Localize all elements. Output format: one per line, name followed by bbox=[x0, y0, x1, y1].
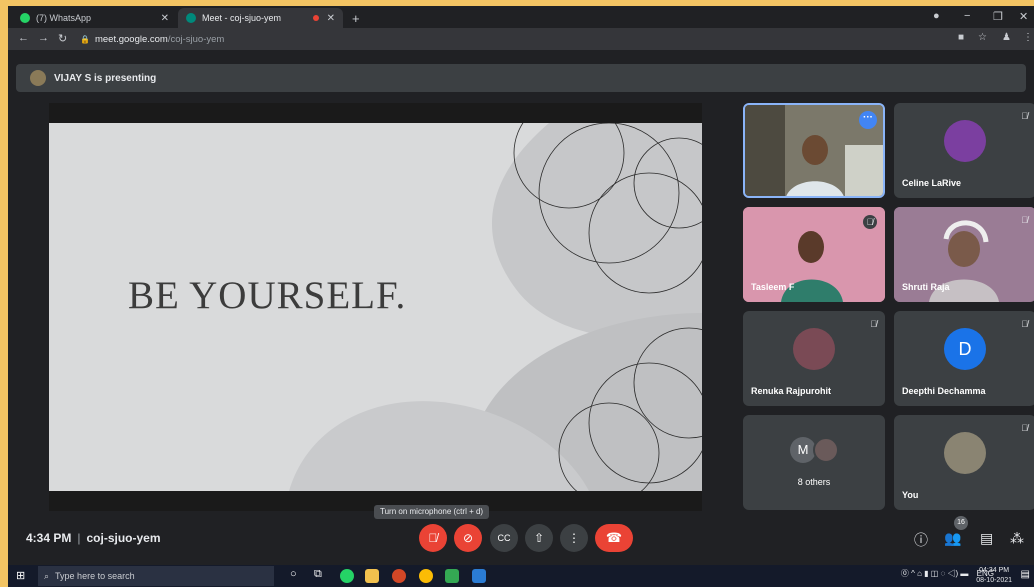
chrome-icon[interactable] bbox=[419, 569, 433, 583]
extension-icon[interactable]: ♟ bbox=[1002, 32, 1011, 43]
people-count-badge: 16 bbox=[954, 516, 968, 530]
taskbar-search[interactable]: ⌕ Type here to search bbox=[38, 566, 274, 586]
back-icon[interactable]: ← bbox=[18, 32, 29, 44]
close-icon[interactable]: ✕ bbox=[327, 13, 335, 24]
avatar bbox=[793, 328, 835, 370]
mic-off-icon: 🎙̸ bbox=[870, 319, 877, 329]
mic-off-icon: 🎙̸ bbox=[1021, 215, 1028, 225]
tooltip: Turn on microphone (ctrl + d) bbox=[374, 505, 490, 519]
leave-call-button[interactable]: ☎ bbox=[595, 524, 633, 552]
cortana-icon[interactable]: ○ bbox=[290, 568, 297, 580]
recording-dot-icon bbox=[313, 15, 319, 21]
close-window-icon[interactable]: ✕ bbox=[1019, 10, 1028, 23]
presentation-area: BE YOURSELF. bbox=[49, 103, 702, 511]
tab-whatsapp[interactable]: (7) WhatsApp ✕ bbox=[12, 8, 177, 28]
participant-name: Shruti Raja bbox=[902, 282, 950, 292]
avatar bbox=[944, 120, 986, 162]
address-bar: ← → ↻ 🔒 meet.google.com /coj-sjuo-yem ■ … bbox=[8, 28, 1034, 50]
file-explorer-icon[interactable] bbox=[365, 569, 379, 583]
close-icon[interactable]: ✕ bbox=[161, 13, 169, 24]
forward-icon[interactable]: → bbox=[38, 32, 49, 44]
mic-off-icon: 🎙̸ bbox=[1021, 319, 1028, 329]
taskbar-clock[interactable]: 04:34 PM 08-10-2021 bbox=[976, 566, 1012, 586]
menu-icon[interactable]: ⋮ bbox=[1023, 32, 1033, 43]
participant-tile[interactable]: 🎙̸ D Deepthi Dechamma bbox=[894, 311, 1034, 406]
windows-start-icon[interactable]: ⊞ bbox=[16, 569, 25, 582]
meeting-info: 4:34 PM | coj-sjuo-yem bbox=[26, 531, 161, 545]
powerpoint-icon[interactable] bbox=[392, 569, 406, 583]
info-icon[interactable]: ⓘ bbox=[914, 530, 928, 550]
lock-icon: 🔒 bbox=[80, 34, 90, 44]
camera-icon[interactable]: ■ bbox=[958, 32, 964, 43]
reload-icon[interactable]: ↻ bbox=[58, 32, 67, 45]
participant-name: Celine LaRive bbox=[902, 178, 962, 188]
others-count: 8 others bbox=[797, 477, 831, 487]
screen: (7) WhatsApp ✕ Meet - coj-sjuo-yem ✕ + ●… bbox=[8, 6, 1034, 587]
url-host: meet.google.com bbox=[94, 33, 168, 45]
tray-icons[interactable]: ⓪ ^ ⌂ ▮ ◫ ◌ ◁) ▬ bbox=[901, 569, 969, 578]
others-tile[interactable]: M 8 others bbox=[743, 415, 885, 510]
participant-tile[interactable]: 🎙̸ Tasleem F bbox=[743, 207, 885, 302]
mic-off-icon: 🎙̸ bbox=[1021, 111, 1028, 121]
search-placeholder: Type here to search bbox=[55, 571, 135, 581]
more-options-icon[interactable]: ··· bbox=[859, 111, 877, 129]
presenting-text: VIJAY S is presenting bbox=[54, 72, 157, 84]
mic-off-icon: 🎙̸ bbox=[1021, 423, 1028, 433]
windows-taskbar: ⊞ ⌕ Type here to search ○ ⧉ ⓪ ^ ⌂ ▮ ◫ ◌ … bbox=[8, 565, 1034, 587]
chat-icon[interactable]: ▤ bbox=[980, 530, 993, 547]
url-path: /coj-sjuo-yem bbox=[167, 33, 225, 45]
participant-tile[interactable]: 🎙̸ Shruti Raja bbox=[894, 207, 1034, 302]
new-tab-button[interactable]: + bbox=[344, 8, 368, 28]
tab-meet[interactable]: Meet - coj-sjuo-yem ✕ bbox=[178, 8, 343, 28]
self-tile[interactable]: 🎙̸ You bbox=[894, 415, 1034, 510]
camera-toggle-button[interactable]: ⊘ bbox=[454, 524, 482, 552]
url-field[interactable]: 🔒 meet.google.com /coj-sjuo-yem bbox=[80, 31, 980, 47]
chrome-active-icon[interactable] bbox=[445, 569, 459, 583]
whatsapp-icon bbox=[20, 13, 30, 23]
captions-button[interactable]: CC bbox=[490, 524, 518, 552]
more-options-button[interactable]: ⋮ bbox=[560, 524, 588, 552]
task-view-icon[interactable]: ⧉ bbox=[314, 568, 322, 581]
notifications-icon[interactable]: ▤ bbox=[1021, 569, 1030, 580]
present-button[interactable]: ⇧ bbox=[525, 524, 553, 552]
participant-tile[interactable]: 🎙̸ Renuka Rajpurohit bbox=[743, 311, 885, 406]
slide-title: BE YOURSELF. bbox=[128, 274, 407, 317]
mic-off-icon: 🎙̸ bbox=[863, 215, 877, 229]
browser-tab-bar: (7) WhatsApp ✕ Meet - coj-sjuo-yem ✕ + ●… bbox=[8, 6, 1034, 28]
tab-label: Meet - coj-sjuo-yem bbox=[202, 13, 282, 23]
participant-name: You bbox=[902, 490, 919, 500]
avatar: D bbox=[944, 328, 986, 370]
avatar bbox=[813, 437, 839, 463]
profile-icon[interactable]: ● bbox=[933, 10, 940, 22]
activities-icon[interactable]: ⁂ bbox=[1010, 530, 1024, 547]
tab-label: (7) WhatsApp bbox=[36, 13, 92, 23]
slide: BE YOURSELF. bbox=[49, 123, 702, 491]
participant-tile[interactable]: 🎙̸ Celine LaRive bbox=[894, 103, 1034, 198]
clock-date: 08-10-2021 bbox=[976, 577, 1012, 584]
word-icon[interactable] bbox=[472, 569, 486, 583]
clock-time: 04:34 PM bbox=[979, 567, 1010, 574]
participant-tile[interactable]: ··· bbox=[743, 103, 885, 198]
whatsapp-icon[interactable] bbox=[340, 569, 354, 583]
search-icon: ⌕ bbox=[44, 570, 50, 581]
meeting-code: coj-sjuo-yem bbox=[86, 531, 161, 545]
maximize-icon[interactable]: ❐ bbox=[993, 10, 1003, 23]
presenting-bar: VIJAY S is presenting bbox=[16, 64, 1026, 92]
minimize-icon[interactable]: − bbox=[964, 10, 970, 22]
meet-icon bbox=[186, 13, 196, 23]
participant-name: Renuka Rajpurohit bbox=[751, 386, 832, 396]
people-icon[interactable]: 👥 bbox=[944, 530, 961, 547]
avatar bbox=[944, 432, 986, 474]
presenter-avatar bbox=[30, 70, 46, 86]
current-time: 4:34 PM bbox=[26, 531, 72, 545]
star-icon[interactable]: ☆ bbox=[978, 32, 987, 43]
mic-toggle-button[interactable]: 🎙̸ bbox=[419, 524, 447, 552]
participant-name: Deepthi Dechamma bbox=[902, 386, 986, 396]
participant-name: Tasleem F bbox=[751, 282, 795, 292]
